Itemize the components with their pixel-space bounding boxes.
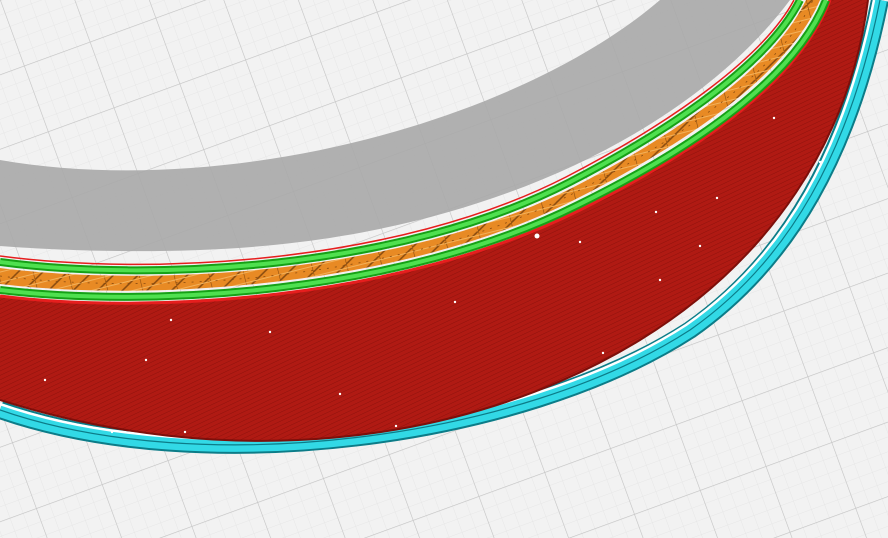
slicer-3d-viewport[interactable] [0,0,888,538]
layer-preview-canvas[interactable] [0,0,888,538]
